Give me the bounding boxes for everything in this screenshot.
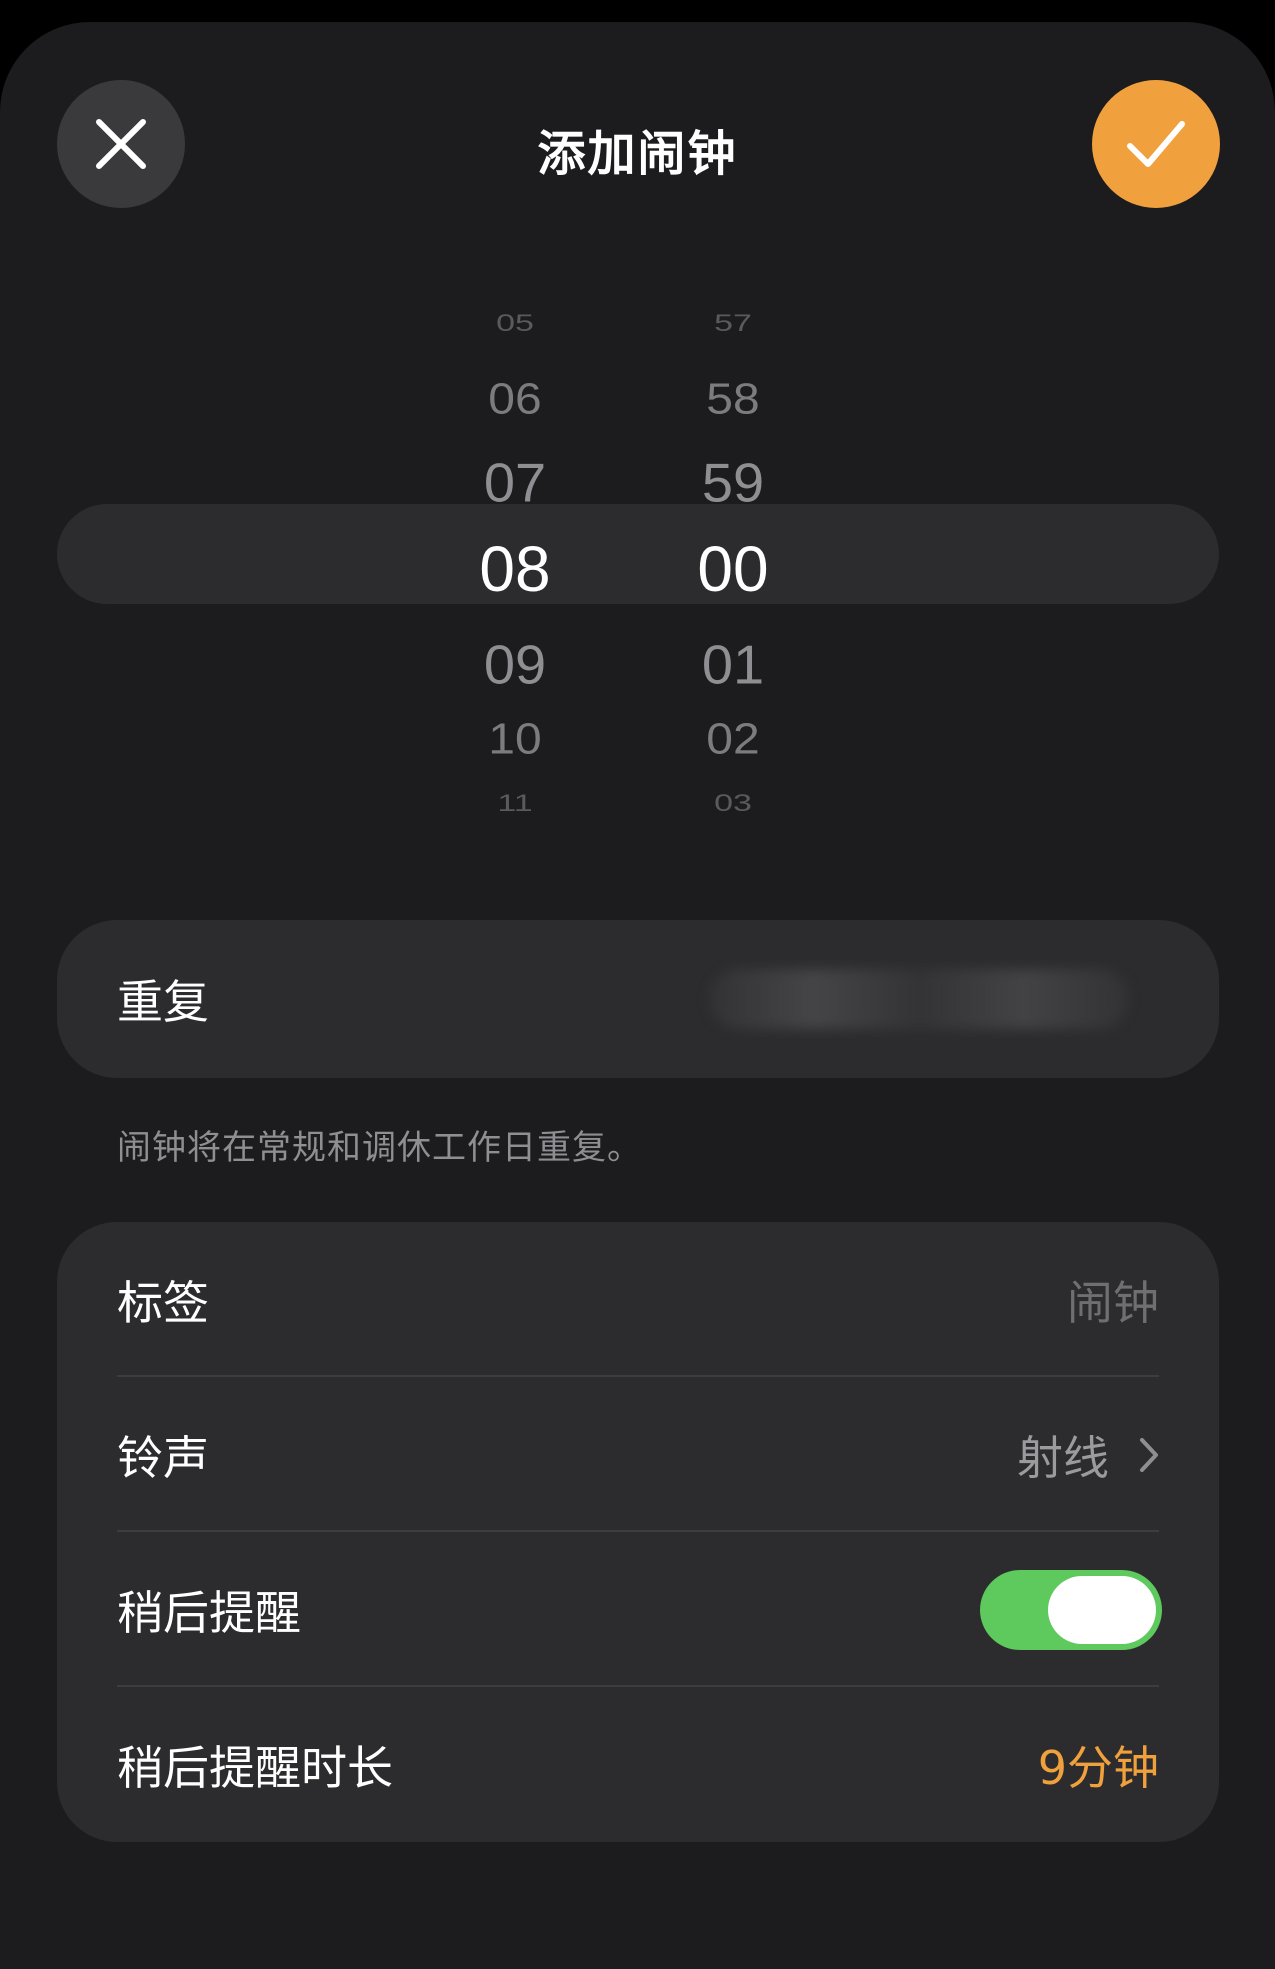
minute-option[interactable]: 59 <box>663 451 803 514</box>
hour-option[interactable]: 09 <box>445 633 585 696</box>
chevron-right-icon <box>1139 1437 1159 1473</box>
hour-option[interactable]: 07 <box>445 451 585 514</box>
confirm-button[interactable] <box>1092 80 1220 208</box>
minute-option[interactable]: 57 <box>663 310 803 337</box>
checkmark-icon <box>1127 121 1185 167</box>
minute-option[interactable]: 03 <box>663 790 803 817</box>
hour-option[interactable]: 11 <box>445 790 585 817</box>
ringtone-row-value: 射线 <box>1017 1430 1109 1485</box>
snooze-duration-value: 9分钟 <box>1037 1740 1159 1795</box>
label-row-label: 标签 <box>117 1275 209 1330</box>
snooze-duration-row[interactable]: 稍后提醒时长 9分钟 <box>57 1687 1219 1842</box>
ringtone-value-wrap: 射线 <box>1017 1422 1159 1488</box>
snooze-toggle[interactable] <box>980 1569 1162 1650</box>
ringtone-row[interactable]: 铃声 射线 <box>57 1377 1219 1532</box>
repeat-row-inner[interactable]: 重复 <box>57 920 1219 1078</box>
hour-option[interactable]: 06 <box>445 375 585 425</box>
minute-option[interactable]: 02 <box>663 715 803 765</box>
toggle-knob <box>1048 1575 1156 1644</box>
picker-selection-highlight <box>57 504 1219 604</box>
page-title: 添加闹钟 <box>537 126 738 182</box>
settings-group: 标签 闹钟 铃声 射线 稍后提醒 稍后提醒时长 9分钟 <box>57 1222 1219 1842</box>
add-alarm-sheet: 添加闹钟 05 06 07 08 09 10 11 57 58 59 00 01 02 03 重复 闹钟… <box>0 22 1275 1969</box>
hour-option[interactable]: 10 <box>445 715 585 765</box>
repeat-row[interactable]: 重复 <box>57 920 1219 1078</box>
hour-selected[interactable]: 08 <box>445 532 585 606</box>
minute-option[interactable]: 01 <box>663 633 803 696</box>
label-row[interactable]: 标签 闹钟 <box>57 1222 1219 1377</box>
snooze-row: 稍后提醒 <box>57 1532 1219 1687</box>
hour-option[interactable]: 05 <box>445 310 585 337</box>
repeat-value-blurred <box>709 969 1129 1029</box>
snooze-row-label: 稍后提醒 <box>117 1585 301 1640</box>
ringtone-row-label: 铃声 <box>117 1430 209 1485</box>
minute-option[interactable]: 58 <box>663 375 803 425</box>
minute-selected[interactable]: 00 <box>663 532 803 606</box>
snooze-duration-label: 稍后提醒时长 <box>117 1740 393 1795</box>
repeat-footnote: 闹钟将在常规和调休工作日重复。 <box>117 1128 642 1168</box>
label-row-value: 闹钟 <box>1067 1275 1159 1330</box>
repeat-label: 重复 <box>117 975 209 1029</box>
